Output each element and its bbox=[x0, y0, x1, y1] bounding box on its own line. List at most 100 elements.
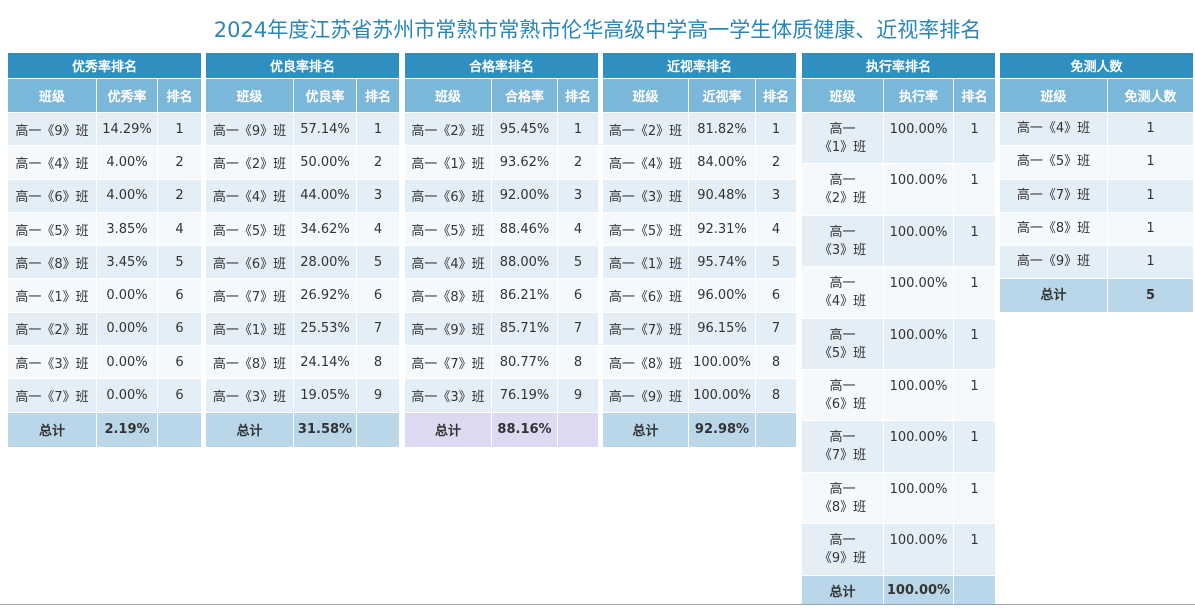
table-row: 高一《9》班 57.14% 1 bbox=[205, 111, 401, 147]
class-name-cell: 高一《4》班 bbox=[404, 245, 492, 280]
class-name-cell: 高一《4》班 bbox=[7, 145, 97, 180]
rank-cell: 7 bbox=[355, 311, 401, 347]
value-cell: 100.00% bbox=[883, 523, 954, 576]
rank-cell: 8 bbox=[355, 345, 401, 380]
class-name-cell: 高一《6》班 bbox=[205, 245, 294, 280]
class-name-cell: 高一《3》班 bbox=[205, 378, 294, 413]
value-cell: 26.92% bbox=[293, 278, 357, 313]
table-title: 免测人数 bbox=[998, 52, 1195, 79]
table-row: 高一《9》班 85.71% 7 bbox=[404, 311, 600, 347]
value-cell: 0.00% bbox=[96, 278, 158, 313]
value-cell: 1 bbox=[1106, 145, 1195, 180]
table-row: 高一《2》班 81.82% 1 bbox=[602, 111, 798, 147]
rank-cell: 5 bbox=[556, 245, 600, 280]
class-name-cell: 高一《4》班 bbox=[801, 266, 884, 319]
rank-cell: 1 bbox=[952, 111, 997, 165]
total-value: 31.58% bbox=[293, 411, 357, 448]
value-cell: 100.00% bbox=[883, 214, 954, 268]
value-cell: 0.00% bbox=[96, 378, 158, 413]
rank-cell: 2 bbox=[556, 145, 600, 180]
rank-cell: 6 bbox=[156, 311, 203, 347]
good-rate-table: 优良率排名 班级 优良率 排名 高一《9》班 57.14% 1 高一《2》班 50.00% 2 高一… bbox=[204, 52, 401, 448]
table-row: 高一《9》班 100.00% 8 bbox=[602, 378, 798, 413]
table-row: 高一《4》班 4.00% 2 bbox=[7, 145, 203, 180]
class-name-cell: 高一《2》班 bbox=[7, 311, 97, 347]
value-cell: 85.71% bbox=[491, 311, 558, 347]
value-cell: 100.00% bbox=[883, 368, 954, 422]
value-cell: 100.00% bbox=[688, 378, 756, 413]
total-label: 总计 bbox=[801, 574, 884, 606]
value-cell: 100.00% bbox=[688, 345, 756, 380]
table-row: 高一《3》班 90.48% 3 bbox=[602, 178, 798, 213]
column-header: 班级 bbox=[801, 78, 884, 113]
table-row: 高一《8》班 24.14% 8 bbox=[205, 345, 401, 380]
table-row: 高一《1》班 100.00% 1 bbox=[801, 111, 997, 165]
rank-cell: 1 bbox=[952, 317, 997, 370]
value-cell: 96.15% bbox=[688, 311, 756, 347]
column-header: 班级 bbox=[404, 78, 492, 113]
class-name-cell: 高一《5》班 bbox=[404, 211, 492, 247]
total-row: 总计 2.19% bbox=[7, 411, 203, 448]
total-label: 总计 bbox=[999, 278, 1108, 314]
rank-cell: 6 bbox=[156, 345, 203, 380]
class-name-cell: 高一《1》班 bbox=[7, 278, 97, 313]
table-row: 高一《8》班 100.00% 1 bbox=[801, 471, 997, 525]
class-name-cell: 高一《3》班 bbox=[801, 214, 884, 268]
rank-cell: 1 bbox=[355, 111, 401, 147]
table-row: 高一《8》班 100.00% 8 bbox=[602, 345, 798, 380]
rank-cell: 2 bbox=[156, 178, 203, 213]
table-row: 高一《3》班 0.00% 6 bbox=[7, 345, 203, 380]
table-title: 执行率排名 bbox=[800, 52, 997, 79]
class-name-cell: 高一《7》班 bbox=[999, 178, 1108, 213]
class-name-cell: 高一《4》班 bbox=[999, 111, 1108, 147]
class-name-cell: 高一《2》班 bbox=[801, 163, 884, 216]
rank-cell: 3 bbox=[556, 178, 600, 213]
class-name-cell: 高一《8》班 bbox=[404, 278, 492, 313]
class-name-cell: 高一《8》班 bbox=[7, 245, 97, 280]
rank-cell: 6 bbox=[556, 278, 600, 313]
total-label: 总计 bbox=[404, 411, 492, 448]
column-header: 班级 bbox=[999, 78, 1108, 113]
rank-cell: 9 bbox=[556, 378, 600, 413]
class-name-cell: 高一《3》班 bbox=[602, 178, 689, 213]
table-row: 高一《9》班 14.29% 1 bbox=[7, 111, 203, 147]
class-name-cell: 高一《4》班 bbox=[205, 178, 294, 213]
table-row: 高一《1》班 25.53% 7 bbox=[205, 311, 401, 347]
value-cell: 96.00% bbox=[688, 278, 756, 313]
value-cell: 92.00% bbox=[491, 178, 558, 213]
table-row: 高一《4》班 84.00% 2 bbox=[602, 145, 798, 180]
table-row: 高一《5》班 34.62% 4 bbox=[205, 211, 401, 247]
value-cell: 100.00% bbox=[883, 111, 954, 165]
rank-cell: 5 bbox=[156, 245, 203, 280]
column-header: 执行率 bbox=[883, 78, 954, 113]
column-header: 合格率 bbox=[491, 78, 558, 113]
page-title: 2024年度江苏省苏州市常熟市常熟市伦华高级中学高一学生体质健康、近视率排名 bbox=[213, 18, 982, 42]
rank-cell: 3 bbox=[754, 178, 798, 213]
value-cell: 93.62% bbox=[491, 145, 558, 180]
table-row: 高一《7》班 1 bbox=[999, 178, 1195, 213]
execution-rate-table: 执行率排名 班级 执行率 排名 高一《1》班 100.00% 1 高一《2》班 100.00% 1… bbox=[800, 52, 997, 606]
value-cell: 76.19% bbox=[491, 378, 558, 413]
class-name-cell: 高一《9》班 bbox=[602, 378, 689, 413]
table-row: 高一《1》班 0.00% 6 bbox=[7, 278, 203, 313]
table-row: 高一《3》班 76.19% 9 bbox=[404, 378, 600, 413]
value-cell: 95.45% bbox=[491, 111, 558, 147]
total-value: 88.16% bbox=[491, 411, 558, 448]
table-row: 高一《5》班 1 bbox=[999, 145, 1195, 180]
value-cell: 1 bbox=[1106, 245, 1195, 280]
value-cell: 3.45% bbox=[96, 245, 158, 280]
value-cell: 4.00% bbox=[96, 178, 158, 213]
class-name-cell: 高一《9》班 bbox=[801, 523, 884, 576]
column-header: 班级 bbox=[7, 78, 97, 113]
total-label: 总计 bbox=[602, 411, 689, 448]
class-name-cell: 高一《2》班 bbox=[205, 145, 294, 180]
value-cell: 4.00% bbox=[96, 145, 158, 180]
class-name-cell: 高一《5》班 bbox=[205, 211, 294, 247]
column-header: 排名 bbox=[156, 78, 203, 113]
class-name-cell: 高一《1》班 bbox=[801, 111, 884, 165]
value-cell: 100.00% bbox=[883, 317, 954, 370]
value-cell: 88.00% bbox=[491, 245, 558, 280]
value-cell: 14.29% bbox=[96, 111, 158, 147]
table-row: 高一《7》班 100.00% 1 bbox=[801, 420, 997, 473]
class-name-cell: 高一《2》班 bbox=[404, 111, 492, 147]
